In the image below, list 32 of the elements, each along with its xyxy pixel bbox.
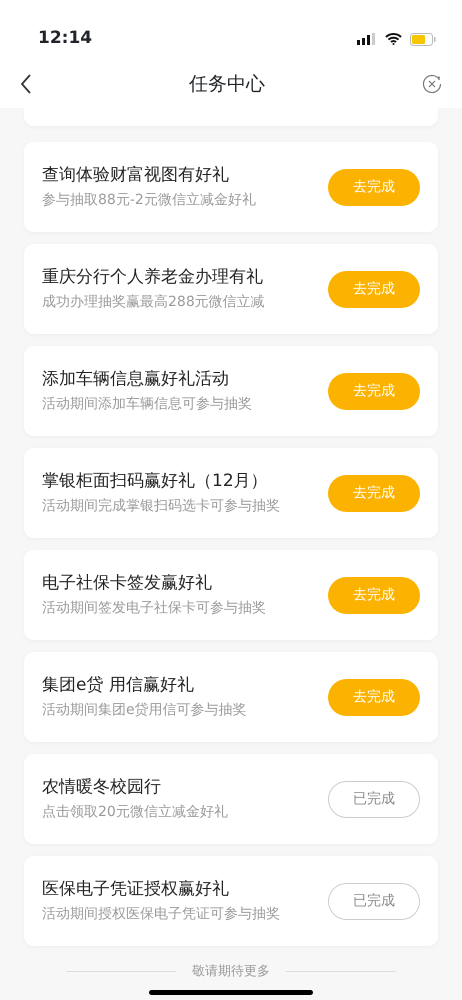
go-complete-button[interactable]: 去完成 [328,168,420,206]
task-title: 掌银柜面扫码赢好礼（12月） [42,470,269,493]
task-title: 电子社保卡签发赢好礼 [42,572,213,595]
status-time: 12:14 [38,27,92,50]
task-description: 活动期间集团e贷用信可参与抽奖 [42,701,248,720]
footer-text: 敬请期待更多 [192,963,270,981]
task-title: 医保电子凭证授权赢好礼 [42,878,230,901]
go-complete-button[interactable]: 去完成 [328,576,420,614]
battery-icon [410,32,436,46]
back-icon[interactable] [20,74,32,94]
close-icon[interactable] [422,74,442,94]
task-description: 活动期间签发电子社保卡可参与抽奖 [42,599,267,618]
task-description: 成功办理抽奖赢最高288元微信立减 [42,293,266,312]
task-title: 添加车辆信息赢好礼活动 [42,368,230,391]
task-title: 重庆分行个人养老金办理有礼 [42,266,264,289]
completed-button[interactable]: 已完成 [328,882,420,920]
go-complete-button[interactable]: 去完成 [328,678,420,716]
task-title: 农情暖冬校园行 [42,776,162,799]
task-description: 活动期间授权医保电子凭证可参与抽奖 [42,905,281,924]
task-title: 查询体验财富视图有好礼 [42,164,230,187]
task-description: 活动期间添加车辆信息可参与抽奖 [42,395,253,414]
go-complete-button[interactable]: 去完成 [328,474,420,512]
task-title: 集团e贷 用信赢好礼 [42,674,195,697]
wifi-icon [385,33,402,45]
signal-icon [357,33,377,45]
task-description: 参与抽取88元-2元微信立减金好礼 [42,191,257,210]
task-description: 点击领取20元微信立减金好礼 [42,803,229,822]
page-title: 任务中心 [189,72,265,97]
go-complete-button[interactable]: 去完成 [328,270,420,308]
go-complete-button[interactable]: 去完成 [328,372,420,410]
task-description: 活动期间完成掌银扫码选卡可参与抽奖 [42,497,281,516]
completed-button[interactable]: 已完成 [328,780,420,818]
